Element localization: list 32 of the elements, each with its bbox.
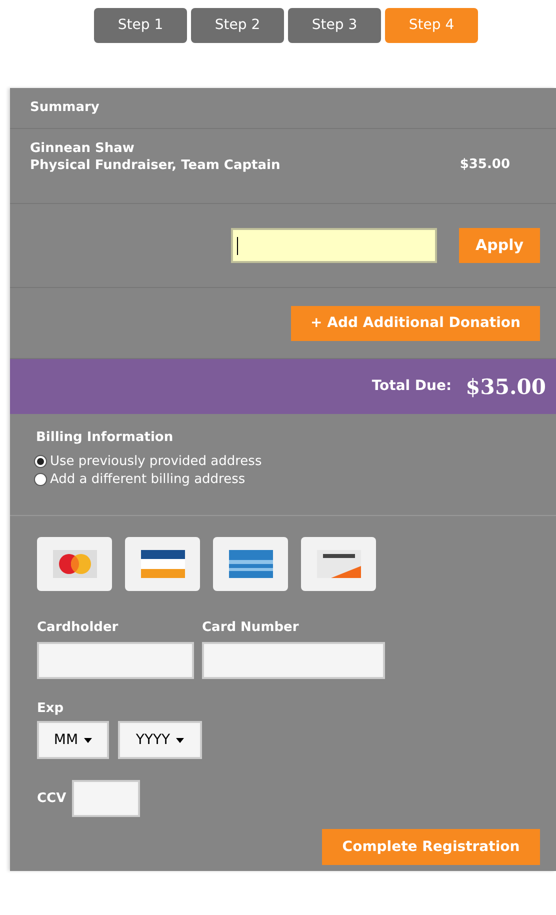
item-amount: $35.00 [460, 156, 510, 174]
select-value: YYYY [136, 730, 170, 750]
radio-label: Add a different billing address [50, 470, 246, 488]
year-select[interactable]: YYYY [118, 721, 202, 759]
card-logo-icon [125, 537, 200, 591]
field-label: Cardholder [37, 619, 120, 637]
registrant-name: Ginnean Shaw [30, 140, 136, 157]
section-title: Billing Information [36, 429, 174, 447]
step-tab[interactable]: Step 2 [191, 8, 284, 43]
radio-button[interactable] [34, 455, 47, 468]
caret-icon [84, 738, 92, 742]
field-label: CCV [37, 790, 66, 808]
radio-label: Use previously provided address [50, 452, 262, 470]
month-select[interactable]: MM [37, 721, 109, 759]
promo-code-field[interactable] [231, 228, 437, 263]
step-tab[interactable]: Step 3 [288, 8, 381, 43]
caret-icon [176, 738, 184, 742]
cardholder-field[interactable] [37, 642, 194, 678]
select-value: MM [54, 730, 78, 750]
card-logo-icon [37, 537, 112, 591]
radio-button[interactable] [34, 473, 47, 486]
ccv-field[interactable] [72, 780, 140, 817]
section-title: Summary [30, 99, 100, 118]
card-logo-icon [213, 537, 288, 591]
card-logo-icon [301, 537, 376, 591]
field-label: Exp [37, 700, 65, 718]
total-amount: $35.00 [466, 372, 546, 401]
step-tab[interactable]: Step 1 [94, 8, 187, 43]
total-label: Total Due: [372, 377, 452, 396]
registration-type: Physical Fundraiser, Team Captain [30, 156, 282, 174]
field-label: Card Number [202, 619, 300, 637]
card-number-field[interactable] [202, 642, 385, 678]
